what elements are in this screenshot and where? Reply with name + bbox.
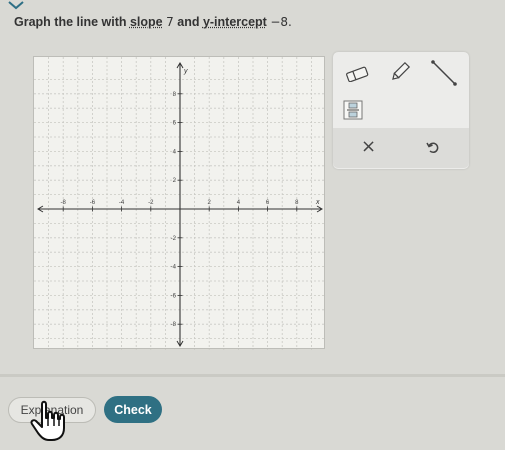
question-middle: and [173, 15, 203, 29]
y-tick-label: 2 [173, 178, 177, 184]
x-axis-label: x [315, 199, 320, 206]
divider [0, 374, 505, 377]
x-tick-label: 8 [295, 200, 299, 206]
y-tick-label: -6 [171, 293, 177, 299]
question-text: Graph the line with slope 7 and y-interc… [14, 15, 292, 29]
check-button[interactable]: Check [104, 396, 162, 423]
x-tick-label: -4 [119, 200, 125, 206]
x-tick-label: -8 [61, 200, 67, 206]
graph-tool-panel: × [333, 52, 469, 169]
clear-icon[interactable]: × [361, 136, 376, 157]
y-tick-label: -4 [171, 265, 177, 271]
collapse-chevron-icon[interactable] [6, 0, 26, 10]
y-tick-label: 6 [173, 121, 177, 127]
y-tick-label: -2 [171, 236, 177, 242]
coordinate-grid[interactable]: x y -8 -6 -4 -2 2 4 6 8 8 6 4 2 -2 -4 -6 -8 [33, 56, 326, 350]
x-tick-label: 4 [237, 200, 241, 206]
y-tick-label: 4 [173, 149, 177, 155]
x-tick-label: -2 [148, 200, 154, 206]
x-tick-label: 2 [208, 200, 212, 206]
y-axis-label: y [183, 68, 188, 75]
x-tick-label: -6 [90, 200, 96, 206]
tool-actions-row: × [333, 128, 469, 168]
y-intercept-link[interactable]: y-intercept [203, 15, 267, 29]
y-tick-label: -8 [171, 322, 177, 328]
x-tick-label: 6 [266, 200, 270, 206]
hand-cursor-icon [30, 400, 65, 441]
intercept-value: −8. [270, 15, 292, 29]
undo-icon[interactable] [426, 140, 440, 154]
slope-link[interactable]: slope [130, 15, 163, 29]
question-prefix: Graph the line with [14, 15, 130, 29]
line-segment-icon[interactable] [429, 58, 459, 88]
slope-value: 7 [166, 15, 174, 29]
fraction-icon[interactable] [343, 100, 363, 120]
eraser-icon[interactable] [345, 66, 369, 82]
y-tick-label: 8 [173, 92, 177, 98]
pencil-icon[interactable] [389, 61, 411, 83]
graph-canvas[interactable]: x y -8 -6 -4 -2 2 4 6 8 8 6 4 2 -2 -4 -6 -8 [34, 57, 326, 350]
